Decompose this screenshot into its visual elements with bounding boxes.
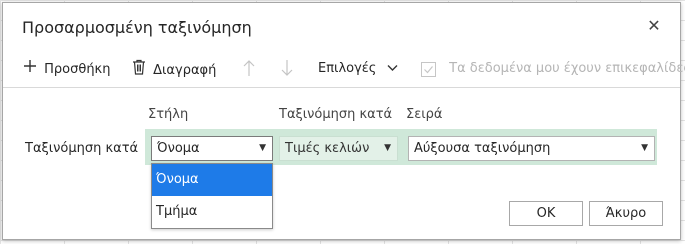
sort-level-label: Ταξινόμηση κατά [25,141,139,156]
sort-on-header: Ταξινόμηση κατά [279,107,393,122]
headers-checkbox-label: Τα δεδομένα μου έχουν επικεφαλίδες [449,61,685,76]
delete-level-button[interactable]: Διαγραφή [132,59,216,79]
chevron-down-icon [387,59,398,79]
order-select[interactable]: Αύξουσα ταξινόμηση ▼ [408,136,655,161]
checkmark-icon [424,65,433,73]
toolbar-divider [3,87,680,88]
column-dropdown-list: Όνομα Τμήμα [151,163,273,229]
arrow-up-icon [243,59,255,84]
column-select-value: Όνομα [157,141,200,156]
delete-level-label: Διαγραφή [153,62,217,78]
arrow-down-icon [281,59,293,84]
column-select[interactable]: Όνομα ▼ [151,136,273,161]
order-header: Σειρά [406,107,443,122]
headers-checkbox[interactable] [421,61,436,77]
order-select-value: Αύξουσα ταξινόμηση [414,141,551,156]
column-header: Στήλη [148,107,189,122]
plus-icon [23,59,37,80]
close-icon[interactable]: ✕ [644,16,664,36]
move-up-button[interactable] [243,59,255,79]
sort-on-select-value: Τιμές κελιών [285,141,370,156]
dropdown-arrow-icon: ▼ [641,143,648,153]
sort-on-select[interactable]: Τιμές κελιών ▼ [279,136,398,161]
toolbar: Προσθήκη Διαγραφή Επιλογές Τα δεδομένα μ… [3,53,685,85]
trash-icon [132,59,146,82]
cancel-button[interactable]: Άκυρο [589,201,663,226]
options-button[interactable]: Επιλογές [318,59,398,79]
move-down-button[interactable] [281,59,293,79]
headers-checkbox-group[interactable]: Τα δεδομένα μου έχουν επικεφαλίδες [421,59,685,79]
dropdown-arrow-icon: ▼ [259,143,266,153]
options-label: Επιλογές [318,61,377,76]
dropdown-arrow-icon: ▼ [384,143,391,153]
add-level-label: Προσθήκη [44,61,111,77]
dropdown-option[interactable]: Όνομα [152,164,272,196]
add-level-button[interactable]: Προσθήκη [23,59,110,79]
dialog-title: Προσαρμοσμένη ταξινόμηση [22,18,252,37]
custom-sort-dialog: Προσαρμοσμένη ταξινόμηση ✕ Προσθήκη Διαγ… [2,2,685,240]
dropdown-option[interactable]: Τμήμα [152,196,272,228]
ok-button[interactable]: OK [509,201,583,226]
